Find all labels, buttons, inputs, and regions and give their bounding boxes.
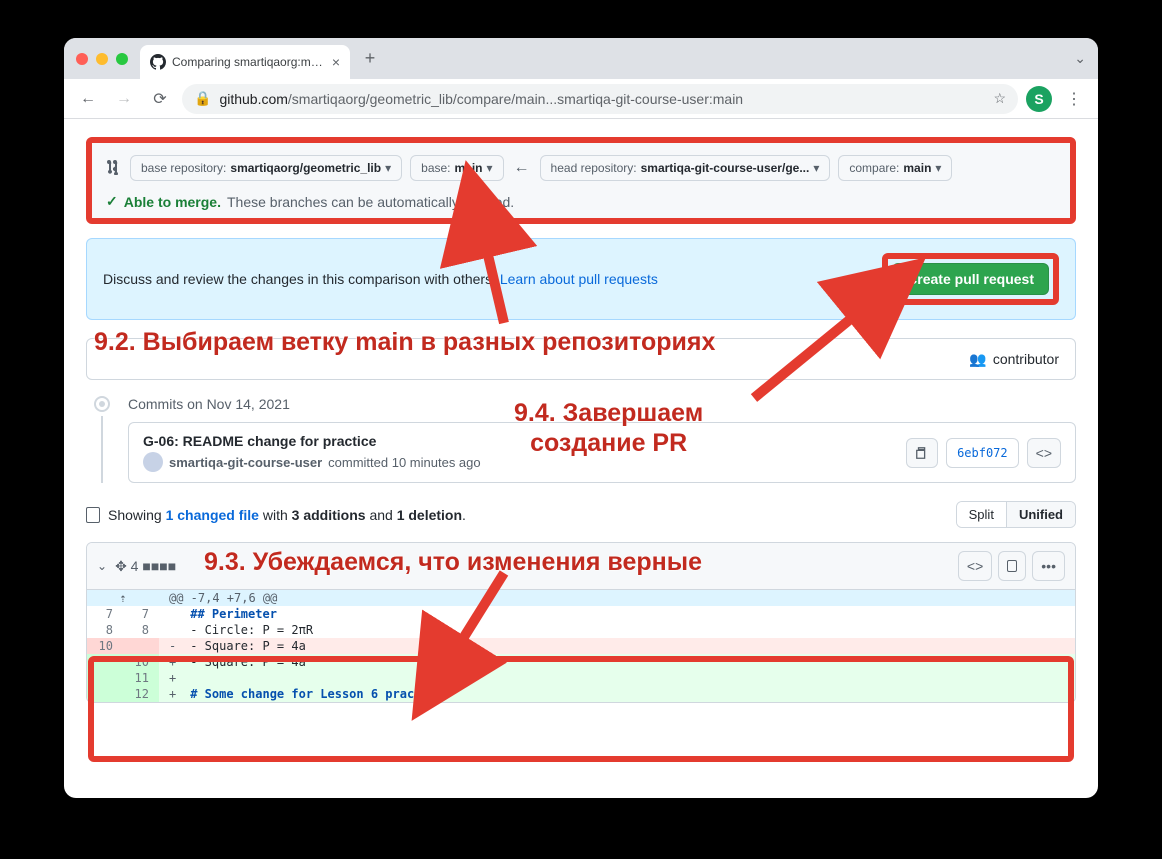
old-line-number (87, 686, 123, 702)
diff-line: 11+ (87, 670, 1075, 686)
close-window[interactable] (76, 53, 88, 65)
base-repo-select[interactable]: base repository: smartiqaorg/geometric_l… (130, 155, 402, 181)
forward-button[interactable]: → (110, 85, 138, 113)
diffstat-icon: ✥ 4 ■■■■ (115, 558, 176, 575)
commits-date: Commits on Nov 14, 2021 (128, 396, 1076, 412)
maximize-window[interactable] (116, 53, 128, 65)
back-button[interactable]: ← (74, 85, 102, 113)
new-line-number: 10 (123, 654, 159, 670)
tab-bar: Comparing smartiqaorg:main... × + ⌄ (64, 38, 1098, 79)
profile-badge[interactable]: S (1026, 86, 1052, 112)
caret-down-icon: ▾ (813, 161, 819, 175)
new-line-number: 11 (123, 670, 159, 686)
tabs-chevron-icon[interactable]: ⌄ (1074, 50, 1086, 67)
compare-icon (106, 159, 122, 178)
browser-tab[interactable]: Comparing smartiqaorg:main... × (140, 45, 350, 79)
discuss-banner: Discuss and review the changes in this c… (86, 238, 1076, 320)
diff-line: 88 - Circle: P = 2πR (87, 622, 1075, 638)
url-path: /smartiqaorg/geometric_lib/compare/main.… (288, 91, 743, 107)
browse-code-button[interactable]: <> (1027, 438, 1061, 468)
learn-pr-link[interactable]: Learn about pull requests (500, 271, 658, 287)
file-menu-button[interactable]: ••• (1032, 551, 1065, 581)
caret-down-icon: ▾ (935, 161, 941, 175)
caret-down-icon: ▾ (487, 161, 493, 175)
merge-status: ✓ Able to merge. These branches can be a… (106, 193, 1056, 210)
commits-timeline: Commits on Nov 14, 2021 G-06: README cha… (86, 396, 1076, 483)
commit-sha-link[interactable]: 6ebf072 (946, 438, 1019, 468)
code-content: ## Perimeter (159, 606, 1075, 622)
discuss-text: Discuss and review the changes in this c… (103, 271, 658, 287)
rendered-view-button[interactable] (998, 551, 1026, 581)
diff-line: 10 - - Square: P = 4a (87, 638, 1075, 654)
lock-icon: 🔒 (194, 90, 211, 107)
diff-file: ⌄ ✥ 4 ■■■■ <> ••• ⇡ @@ -7,4 +7,6 @@ 77 #… (86, 542, 1076, 703)
split-view-button[interactable]: Split (957, 502, 1006, 527)
code-content: + (159, 670, 1075, 686)
contributors-bar: 👥 contributor (86, 338, 1076, 380)
code-content: - - Square: P = 4a (159, 638, 1075, 654)
kebab-menu-icon[interactable]: ⋮ (1060, 85, 1088, 113)
compare-branch-select[interactable]: compare: main ▾ (838, 155, 952, 181)
copy-sha-button[interactable] (906, 438, 938, 468)
hunk-header: ⇡ @@ -7,4 +7,6 @@ (87, 590, 1075, 606)
new-line-number: 12 (123, 686, 159, 702)
diff-line: 12+ # Some change for Lesson 6 practice (87, 686, 1075, 702)
diff-table: ⇡ @@ -7,4 +7,6 @@ 77 ## Perimeter88 - Ci… (87, 590, 1075, 702)
old-line-number: 10 (87, 638, 123, 654)
reload-button[interactable]: ⟳ (146, 85, 174, 113)
commit-time: committed 10 minutes ago (328, 455, 480, 470)
compare-panel: base repository: smartiqaorg/geometric_l… (86, 137, 1076, 224)
address-bar: ← → ⟳ 🔒 github.com/smartiqaorg/geometric… (64, 79, 1098, 119)
check-icon: ✓ (106, 193, 118, 210)
new-line-number: 8 (123, 622, 159, 638)
base-branch-select[interactable]: base: main ▾ (410, 155, 503, 181)
create-pull-request-button[interactable]: Create pull request (892, 263, 1049, 295)
tab-title: Comparing smartiqaorg:main... (172, 55, 326, 69)
code-content: + - Square: P = 4a (159, 654, 1075, 670)
create-pr-highlight: Create pull request (882, 253, 1059, 305)
diff-summary: Showing 1 changed file with 3 additions … (86, 501, 1076, 528)
diff-line: 77 ## Perimeter (87, 606, 1075, 622)
old-line-number: 8 (87, 622, 123, 638)
url-host: github.com (219, 91, 287, 107)
collapse-chevron-icon[interactable]: ⌄ (97, 559, 107, 573)
code-content: - Circle: P = 2πR (159, 622, 1075, 638)
contributor-label: contributor (993, 351, 1059, 367)
url-input[interactable]: 🔒 github.com/smartiqaorg/geometric_lib/c… (182, 84, 1018, 114)
old-line-number: 7 (87, 606, 123, 622)
caret-down-icon: ▾ (385, 161, 391, 175)
compare-selectors-row: base repository: smartiqaorg/geometric_l… (106, 155, 1056, 181)
new-line-number (123, 638, 159, 654)
commit-author[interactable]: smartiqa-git-course-user (169, 455, 322, 470)
file-header: ⌄ ✥ 4 ■■■■ <> ••• (87, 543, 1075, 590)
timeline-rail (90, 396, 114, 483)
page-content: base repository: smartiqaorg/geometric_l… (64, 119, 1098, 798)
code-content: + # Some change for Lesson 6 practice (159, 686, 1075, 702)
changed-files-link[interactable]: 1 changed file (166, 507, 259, 523)
head-repo-select[interactable]: head repository: smartiqa-git-course-use… (540, 155, 831, 181)
commit-title[interactable]: G-06: README change for practice (143, 433, 481, 449)
bookmark-star-icon[interactable]: ☆ (993, 90, 1006, 107)
source-view-button[interactable]: <> (958, 551, 992, 581)
expand-icon[interactable]: ⇡ (87, 590, 159, 606)
commit-card: G-06: README change for practice smartiq… (128, 422, 1076, 483)
contributor-icon: 👥 (969, 351, 986, 368)
diff-line: 10+ - Square: P = 4a (87, 654, 1075, 670)
arrow-left-icon: ← (512, 159, 532, 177)
unified-view-button[interactable]: Unified (1006, 502, 1075, 527)
new-tab-button[interactable]: + (356, 45, 384, 73)
commit-dot-icon (94, 396, 110, 412)
github-favicon (150, 54, 166, 70)
avatar (143, 452, 163, 472)
minimize-window[interactable] (96, 53, 108, 65)
old-line-number (87, 654, 123, 670)
diff-view-toggle: Split Unified (956, 501, 1076, 528)
old-line-number (87, 670, 123, 686)
file-icon (86, 507, 100, 523)
tab-close-icon[interactable]: × (332, 54, 340, 70)
traffic-lights (76, 53, 128, 65)
browser-window: Comparing smartiqaorg:main... × + ⌄ ← → … (64, 38, 1098, 798)
new-line-number: 7 (123, 606, 159, 622)
